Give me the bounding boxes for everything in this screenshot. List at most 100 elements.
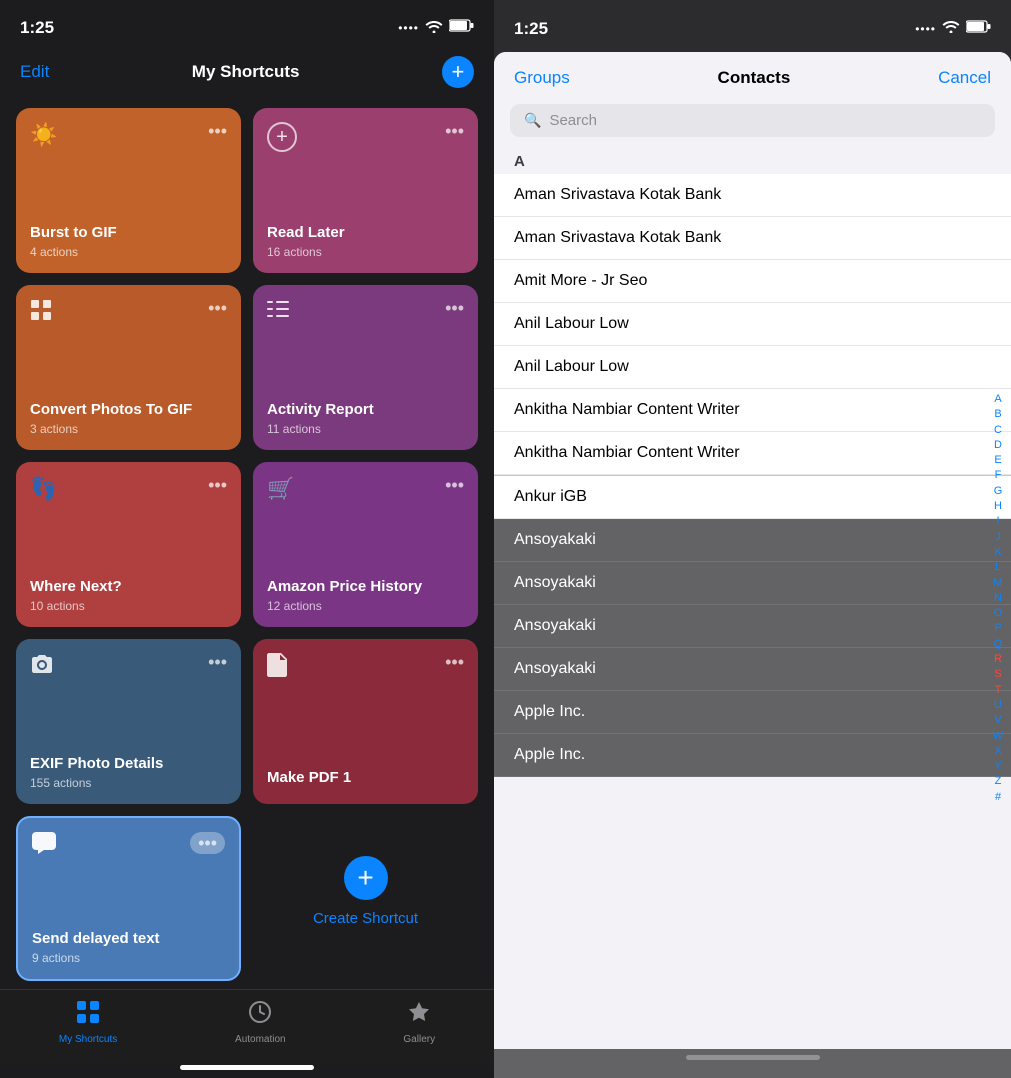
contact-row[interactable]: Apple Inc. (494, 734, 1011, 777)
right-battery-icon (966, 20, 991, 38)
alpha-S[interactable]: S (991, 667, 1005, 681)
contact-row[interactable]: Apple Inc. (494, 691, 1011, 734)
my-shortcuts-tab-label: My Shortcuts (59, 1034, 117, 1045)
document-icon (267, 653, 287, 683)
alpha-N[interactable]: N (991, 591, 1005, 605)
card-header: ••• (30, 653, 227, 679)
alpha-P[interactable]: P (991, 621, 1005, 635)
groups-button[interactable]: Groups (514, 68, 570, 88)
alpha-K[interactable]: K (991, 545, 1005, 559)
read-later-actions: 16 actions (267, 245, 464, 259)
alpha-Z[interactable]: Z (991, 774, 1005, 788)
alpha-R[interactable]: R (991, 652, 1005, 666)
shortcut-burst-to-gif[interactable]: ☀️ ••• Burst to GIF 4 actions (16, 108, 241, 273)
contact-row[interactable]: Ansoyakaki (494, 562, 1011, 605)
alpha-Q[interactable]: Q (991, 637, 1005, 651)
contact-row[interactable]: Amit More - Jr Seo (494, 260, 1011, 303)
contact-row[interactable]: Anil Labour Low (494, 346, 1011, 389)
create-shortcut-label: Create Shortcut (313, 910, 418, 927)
amazon-more-icon[interactable]: ••• (445, 476, 464, 494)
alpha-F[interactable]: F (991, 468, 1005, 482)
contact-name: Ansoyakaki (514, 617, 596, 634)
convert-more-icon[interactable]: ••• (208, 299, 227, 317)
tab-gallery[interactable]: Gallery (403, 1000, 435, 1045)
create-shortcut-button[interactable]: + Create Shortcut (253, 816, 478, 966)
right-panel: 1:25 •••• Groups Conta (494, 0, 1011, 1078)
contact-name: Aman Srivastava Kotak Bank (514, 229, 721, 246)
contact-row[interactable]: Ansoyakaki (494, 648, 1011, 691)
alpha-U[interactable]: U (991, 698, 1005, 712)
send-delayed-actions: 9 actions (32, 951, 225, 965)
alpha-D[interactable]: D (991, 438, 1005, 452)
contact-row[interactable]: Aman Srivastava Kotak Bank (494, 217, 1011, 260)
tab-my-shortcuts[interactable]: My Shortcuts (59, 1000, 117, 1045)
make-pdf-more-icon[interactable]: ••• (445, 653, 464, 671)
card-header: + ••• (267, 122, 464, 152)
alpha-Y[interactable]: Y (991, 759, 1005, 773)
contact-row[interactable]: Ansoyakaki (494, 519, 1011, 562)
tab-automation[interactable]: Automation (235, 1000, 286, 1045)
alpha-L[interactable]: L (991, 560, 1005, 574)
card-footer: Convert Photos To GIF 3 actions (30, 371, 227, 436)
shortcut-activity-report[interactable]: ••• Activity Report 11 actions (253, 285, 478, 450)
alpha-G[interactable]: G (991, 484, 1005, 498)
create-plus-icon: + (344, 856, 388, 900)
shortcut-send-delayed[interactable]: ••• Send delayed text 9 actions (16, 816, 241, 981)
list-icon (267, 299, 289, 325)
alpha-index: A B C D E F G H I J K L M N O P Q R S T (991, 147, 1005, 1049)
card-footer: Send delayed text 9 actions (32, 900, 225, 965)
alpha-H[interactable]: H (991, 499, 1005, 513)
shortcut-convert-photos[interactable]: ••• Convert Photos To GIF 3 actions (16, 285, 241, 450)
alpha-hash[interactable]: # (991, 790, 1005, 804)
alpha-E[interactable]: E (991, 453, 1005, 467)
shortcut-where-next[interactable]: 👣 ••• Where Next? 10 actions (16, 462, 241, 627)
alpha-O[interactable]: O (991, 606, 1005, 620)
card-header: ☀️ ••• (30, 122, 227, 148)
contact-row-ankur[interactable]: Ankur iGB (494, 475, 1011, 519)
alpha-I[interactable]: I (991, 514, 1005, 528)
contacts-list[interactable]: A Aman Srivastava Kotak Bank Aman Srivas… (494, 147, 1011, 1049)
alpha-C[interactable]: C (991, 423, 1005, 437)
camera-icon (30, 653, 54, 679)
alpha-A[interactable]: A (991, 392, 1005, 406)
tab-bar: My Shortcuts Automation Gallery (0, 989, 494, 1065)
alpha-M[interactable]: M (991, 576, 1005, 590)
alpha-T[interactable]: T (991, 683, 1005, 697)
search-placeholder: Search (549, 112, 597, 129)
shortcut-amazon[interactable]: 🛒 ••• Amazon Price History 12 actions (253, 462, 478, 627)
shortcut-exif[interactable]: ••• EXIF Photo Details 155 actions (16, 639, 241, 804)
alpha-J[interactable]: J (991, 530, 1005, 544)
contact-row[interactable]: Aman Srivastava Kotak Bank (494, 174, 1011, 217)
alpha-B[interactable]: B (991, 407, 1005, 421)
send-delayed-more-icon[interactable]: ••• (190, 832, 225, 854)
add-shortcut-nav-button[interactable]: + (442, 56, 474, 88)
contact-name: Apple Inc. (514, 746, 585, 763)
card-header: ••• (267, 299, 464, 325)
edit-button[interactable]: Edit (20, 62, 49, 82)
grid-icon (30, 299, 52, 327)
cancel-button[interactable]: Cancel (938, 68, 991, 88)
search-bar[interactable]: 🔍 Search (510, 104, 995, 137)
burst-more-icon[interactable]: ••• (208, 122, 227, 140)
home-indicator (180, 1065, 314, 1070)
card-header: ••• (32, 832, 225, 860)
contact-row[interactable]: Ankitha Nambiar Content Writer (494, 432, 1011, 475)
contact-row[interactable]: Ansoyakaki (494, 605, 1011, 648)
alpha-X[interactable]: X (991, 744, 1005, 758)
contact-row[interactable]: Ankitha Nambiar Content Writer (494, 389, 1011, 432)
activity-title: Activity Report (267, 401, 464, 419)
shortcut-read-later[interactable]: + ••• Read Later 16 actions (253, 108, 478, 273)
activity-more-icon[interactable]: ••• (445, 299, 464, 317)
shortcut-make-pdf[interactable]: ••• Make PDF 1 (253, 639, 478, 804)
read-later-more-icon[interactable]: ••• (445, 122, 464, 140)
where-next-more-icon[interactable]: ••• (208, 476, 227, 494)
contact-row[interactable]: Anil Labour Low (494, 303, 1011, 346)
alpha-V[interactable]: V (991, 713, 1005, 727)
search-container: 🔍 Search (494, 100, 1011, 147)
contacts-group-below: Ansoyakaki Ansoyakaki Ansoyakaki Ansoyak… (494, 519, 1011, 777)
exif-more-icon[interactable]: ••• (208, 653, 227, 671)
alpha-W[interactable]: W (991, 729, 1005, 743)
right-status-bar: 1:25 •••• (494, 0, 1011, 48)
card-footer: Read Later 16 actions (267, 194, 464, 259)
section-header-a: A (494, 147, 1011, 174)
